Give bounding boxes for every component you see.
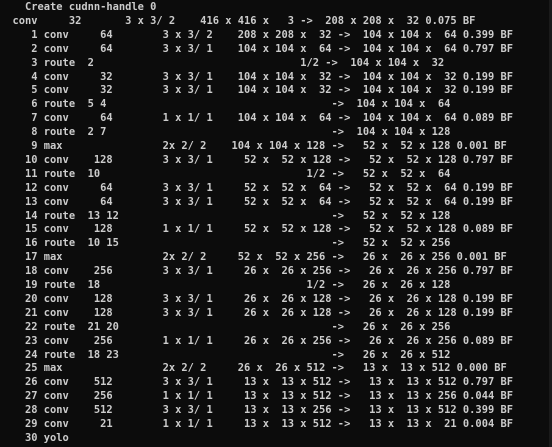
console-line: 10 conv 128 3 x 3/ 1 52 x 52 x 128 -> 52… [0, 153, 513, 166]
console-line: 16 route 10 15 -> 52 x 52 x 256 [0, 237, 451, 250]
console-line: 24 route 18 23 -> 26 x 26 x 512 [0, 348, 451, 361]
console-line: 5 conv 32 3 x 3/ 1 104 x 104 x 32 -> 104… [0, 84, 513, 97]
console-line: 14 route 13 12 -> 52 x 52 x 128 [0, 209, 451, 222]
console-line: 25 max 2x 2/ 2 26 x 26 x 512 -> 13 x 13 … [0, 362, 507, 375]
console-output: Create cudnn-handle 0 conv 32 3 x 3/ 2 4… [0, 0, 552, 447]
console-line: 22 route 21 20 -> 26 x 26 x 256 [0, 320, 451, 333]
console-line: 28 conv 512 3 x 3/ 1 13 x 13 x 256 -> 13… [0, 404, 513, 417]
console-line: 6 route 5 4 -> 104 x 104 x 64 [0, 98, 451, 111]
console-line: 2 conv 64 3 x 3/ 1 104 x 104 x 64 -> 104… [0, 42, 513, 55]
console-line: 29 conv 21 1 x 1/ 1 13 x 13 x 512 -> 13 … [0, 418, 513, 430]
console-line: 20 conv 128 3 x 3/ 1 26 x 26 x 128 -> 26… [0, 292, 513, 305]
console-line: 17 max 2x 2/ 2 52 x 52 x 256 -> 26 x 26 … [0, 251, 507, 264]
console-line: 8 route 2 7 -> 104 x 104 x 128 [0, 126, 451, 139]
console-line: 13 conv 64 3 x 3/ 1 52 x 52 x 64 -> 52 x… [0, 195, 513, 208]
console-line: Create cudnn-handle 0 [0, 1, 157, 13]
console-line: 26 conv 512 3 x 3/ 1 13 x 13 x 512 -> 13… [0, 376, 513, 389]
console-line: 19 route 18 1/2 -> 26 x 26 x 128 [0, 279, 451, 291]
console-line: 4 conv 32 3 x 3/ 1 104 x 104 x 32 -> 104… [0, 70, 513, 83]
console-line: 30 yolo [0, 431, 69, 444]
console-line: 7 conv 64 1 x 1/ 1 104 x 104 x 64 -> 104… [0, 112, 513, 125]
console-line: 18 conv 256 3 x 3/ 1 26 x 26 x 256 -> 26… [0, 265, 513, 278]
console-line: 27 conv 256 1 x 1/ 1 13 x 13 x 512 -> 13… [0, 390, 513, 403]
console-line: 1 conv 64 3 x 3/ 2 208 x 208 x 32 -> 104… [0, 28, 513, 41]
console-line: 3 route 2 1/2 -> 104 x 104 x 32 [0, 56, 445, 69]
console-line: 23 conv 256 1 x 1/ 1 26 x 26 x 256 -> 26… [0, 334, 513, 347]
console-line: 21 conv 128 3 x 3/ 1 26 x 26 x 128 -> 26… [0, 306, 513, 319]
console-line: 9 max 2x 2/ 2 104 x 104 x 128 -> 52 x 52… [0, 140, 507, 152]
console-line: 12 conv 64 3 x 3/ 1 52 x 52 x 64 -> 52 x… [0, 181, 513, 194]
console-line: conv 32 3 x 3/ 2 416 x 416 x 3 -> 208 x … [0, 14, 476, 27]
console-line: 11 route 10 1/2 -> 52 x 52 x 64 [0, 167, 451, 180]
console-line: 15 conv 128 1 x 1/ 1 52 x 52 x 128 -> 52… [0, 223, 513, 236]
